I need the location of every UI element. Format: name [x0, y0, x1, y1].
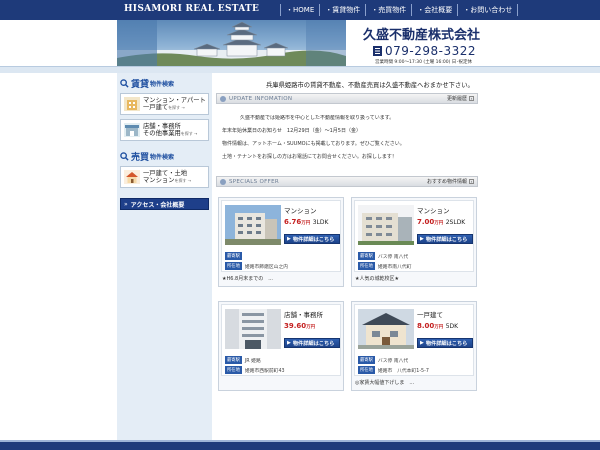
rent-commercial-button[interactable]: 店舗・事務所 その他事業用を探す → [120, 119, 209, 141]
bullet-icon [220, 95, 226, 102]
shop-icon [124, 123, 140, 137]
sale-search-title: 売買 物件検索 [120, 150, 174, 163]
header-strip [0, 66, 600, 73]
property-card[interactable]: マンション 6.76万円 3LDK ▶ 物件詳細はこちら 最寄駅 所在地 姫路市飾磨… [218, 197, 344, 287]
rent-search-title: 賃貸 物件検索 [120, 77, 174, 90]
castle-banner-image [117, 20, 346, 66]
main-content: 兵庫県姫路市の賃貸不動産、不動産売買は久盛不動産へおまかせ下さい。 UPDATE… [212, 73, 483, 440]
nav-sale[interactable]: ・売買物件 [365, 4, 411, 16]
property-card[interactable]: 一戸建て 8.00万円 5DK ▶ 物件詳細はこちら 最寄駅 バス停 南八代 所在地… [351, 301, 477, 391]
news-item: 土地・テナントをお探しの方はお電話にてお問合せください。お探しします！ [222, 154, 397, 160]
play-arrow-icon: ▶ [287, 340, 291, 346]
nav-rent[interactable]: ・賃貸物件 [319, 4, 365, 16]
property-card[interactable]: 店舗・事務所 39.60万円 ▶ 物件詳細はこちら 最寄駅 JR 姫路 所在地 姫路市… [218, 301, 344, 391]
property-price: 7.00万円 2SLDK [417, 218, 466, 226]
phone-number[interactable]: 079-298-3322 [385, 44, 476, 58]
house-icon [124, 170, 140, 184]
property-price: 6.76万円 3LDK [284, 218, 329, 226]
phone-icon [373, 46, 382, 56]
nav-home[interactable]: ・HOME [280, 4, 319, 16]
left-gutter [0, 73, 117, 440]
specials-offer-header: SPECIALS OFFER おすすめ物件情報 › [216, 176, 478, 187]
property-note: ★H6.8月末までの ... [222, 276, 273, 282]
property-photo[interactable] [358, 309, 414, 349]
site-header: 久盛不動産株式会社 079-298-3322 営業時間 9:00～17:30 (… [117, 20, 483, 66]
top-bar: HISAMORI REAL ESTATE ・HOME ・賃貸物件 ・売買物件 ・… [0, 0, 600, 20]
recommended-listings-link[interactable]: おすすめ物件情報 › [427, 178, 474, 185]
nav-company[interactable]: ・会社概要 [411, 4, 457, 16]
news-item: 久盛不動産では姫路市を中心とした不動産情報を取り扱っています。 [240, 115, 395, 121]
sidebar: 賃貸 物件検索 マンション・アパート 一戸建てを探す → 店舗・事務所 その他事… [117, 73, 212, 440]
news-item: 物件情報は、アットホーム・SUUMOにも掲載しております。ぜひご覧ください。 [222, 141, 405, 147]
property-detail-button[interactable]: ▶ 物件詳細はこちら [284, 338, 340, 348]
property-note: ◎家賃大幅値下げしま ... [355, 380, 415, 386]
play-arrow-icon: ▶ [420, 340, 424, 346]
news-list: 久盛不動産では姫路市を中心とした不動産情報を取り扱っています。 年末年始休業日の… [222, 115, 474, 164]
arrow-box-icon: › [469, 96, 474, 101]
apartment-icon [124, 97, 140, 111]
sale-house-land-button[interactable]: 一戸建て・土地 マンションを探す → [120, 166, 209, 188]
property-price: 8.00万円 5DK [417, 322, 459, 330]
update-history-link[interactable]: 更新履歴 › [447, 95, 474, 102]
property-detail-button[interactable]: ▶ 物件詳細はこちら [417, 338, 473, 348]
footer-bar [0, 440, 600, 450]
property-card[interactable]: マンション 7.00万円 2SLDK ▶ 物件詳細はこちら 最寄駅 バス停 南八代 … [351, 197, 477, 287]
bullet-icon [220, 178, 226, 185]
property-photo[interactable] [358, 205, 414, 245]
play-arrow-icon: ▶ [287, 236, 291, 242]
property-note: ★人気の城乾校区★ [355, 276, 399, 282]
property-detail-button[interactable]: ▶ 物件詳細はこちら [284, 234, 340, 244]
top-nav: ・HOME ・賃貸物件 ・売買物件 ・会社概要 ・お問い合わせ [280, 4, 519, 16]
rent-residential-button[interactable]: マンション・アパート 一戸建てを探す → [120, 93, 209, 115]
access-company-button[interactable]: » アクセス・会社概要 [120, 198, 209, 210]
company-name: 久盛不動産株式会社 [363, 28, 481, 43]
play-arrow-icon: ▶ [420, 236, 424, 242]
arrow-box-icon: › [469, 179, 474, 184]
tagline: 兵庫県姫路市の賃貸不動産、不動産売買は久盛不動産へおまかせ下さい。 [266, 82, 474, 89]
brand-logo-text[interactable]: HISAMORI REAL ESTATE [124, 4, 259, 14]
phone-row: 079-298-3322 [373, 44, 476, 58]
update-info-header: UPDATE INFOMATION 更新履歴 › [216, 93, 478, 104]
property-detail-button[interactable]: ▶ 物件詳細はこちら [417, 234, 473, 244]
business-hours: 営業時間 9:00～17:30 (土曜 16:00) 日･祝定休 [375, 60, 473, 65]
property-photo[interactable] [225, 205, 281, 245]
search-icon [120, 79, 129, 88]
search-icon [120, 152, 129, 161]
double-chevron-right-icon: » [124, 200, 128, 208]
news-item: 年末年始休業日のお知らせ 12月29日（金）～1月5日（金） [222, 128, 361, 134]
property-price: 39.60万円 [284, 322, 316, 330]
property-photo[interactable] [225, 309, 281, 349]
nav-contact[interactable]: ・お問い合わせ [457, 4, 519, 16]
